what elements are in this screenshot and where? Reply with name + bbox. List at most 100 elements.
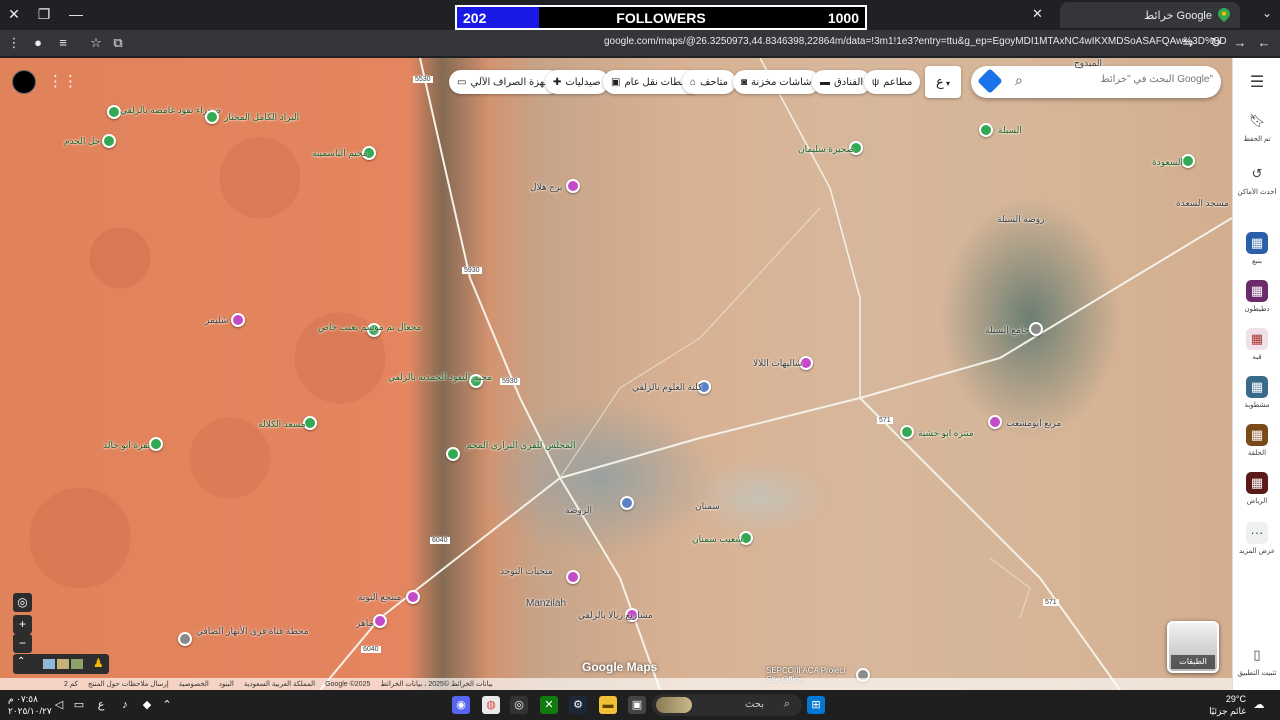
display-icon[interactable]: ▭ [70,696,88,714]
place-label[interactable]: برج هلال [530,182,562,193]
satellite-map[interactable]: ⋮⋮ ▭ أجهزة الصراف الآلي ✚ صيدليات ▣ محطات ن… [0,58,1232,690]
sidebar-install-app[interactable]: ▯ تثبيت التطبيق [1233,644,1280,677]
restore-window-icon[interactable]: ❐ [34,6,54,23]
place-label[interactable]: ماهر [356,618,373,629]
minimize-window-icon[interactable]: — [66,6,86,22]
place-label[interactable]: محطة قناة قرى الأنهار الصافي [196,626,309,637]
place-label[interactable]: مخيم الياسمينة [312,148,368,159]
place-label[interactable]: منحيات التوحد [500,566,553,577]
place-pin[interactable] [1181,154,1195,168]
place-label[interactable]: مشاريع ريالا بالزلفي [578,610,653,621]
place-label[interactable]: السعودة [1152,157,1183,168]
chrome-icon[interactable]: ◍ [482,696,500,714]
sidebar-menu[interactable]: ☰ [1233,72,1280,94]
sidebar-recent-place[interactable]: ▦ قبه [1233,328,1280,361]
category-saved-screens[interactable]: ◙ شاشات مخزنة [733,70,820,94]
account-avatar[interactable] [12,70,36,94]
windows-start-icon[interactable]: ⊞ [807,696,825,714]
back-icon[interactable]: ← [1256,35,1272,50]
category-museums[interactable]: ⌂ متاحف [682,70,737,94]
place-label[interactable]: السبلة [998,125,1022,136]
reload-icon[interactable]: ↻ [1208,35,1224,51]
place-pin[interactable] [107,105,121,119]
place-pin[interactable] [988,415,1002,429]
discord-icon[interactable]: ◉ [452,696,470,714]
place-label[interactable]: شعيب سمنان [692,534,743,545]
sidebar-recent-place[interactable]: ▦ الحلقة [1233,424,1280,457]
directions-icon[interactable] [977,68,1003,94]
place-label[interactable]: كلية العلوم بالزلفي [632,382,702,393]
place-pin[interactable] [979,123,993,137]
active-tab[interactable]: ✕ خرائط Google [1032,2,1240,28]
profile-avatar[interactable]: ● [30,35,46,50]
forward-icon[interactable]: → [1232,35,1248,50]
apps-grid-icon[interactable]: ⋮⋮ [48,72,78,90]
zoom-in-button[interactable]: + [13,615,32,634]
place-label[interactable]: جامع السبلة [985,325,1029,336]
customize-icon[interactable]: ≡ [55,35,71,50]
layers-button[interactable]: الطبقات [1167,621,1219,673]
share-icon[interactable]: ⧉ [110,35,126,51]
place-pin[interactable] [406,590,420,604]
place-pin[interactable] [620,496,634,510]
volume-icon[interactable]: ◁ [50,696,68,714]
category-hotels[interactable]: ▬ الفنادق [812,70,872,94]
place-label[interactable]: صحيرة سليمان [798,144,854,155]
search-input[interactable] [1033,74,1213,85]
place-label[interactable]: شليمر [205,315,228,326]
place-pin[interactable] [373,614,387,628]
weather-widget[interactable]: 29°C غائم جزئيًا [1209,693,1246,717]
tab-search-icon[interactable]: ⌄ [1262,6,1272,20]
place-pin[interactable] [566,179,580,193]
clock[interactable]: ٠٧:٥٨ م ٢٠٢٥/١٠/٢٧ [8,693,52,717]
hamburger-menu-icon[interactable]: ☰ [1246,72,1268,94]
terms-link[interactable]: البنود [219,680,234,688]
sidebar-recent-place[interactable]: ▦ الرياض [1233,472,1280,505]
terrain-thumb[interactable] [57,659,69,669]
place-label[interactable]: مسعد الكلالة [258,419,306,430]
tray-app-icon[interactable]: ◆ [138,696,156,714]
place-pin[interactable] [178,632,192,646]
store-icon[interactable]: ▣ [628,696,646,714]
tray-overflow-icon[interactable]: ⌃ [158,696,176,714]
expand-icon[interactable]: ⌃ [17,656,25,667]
privacy-link[interactable]: الخصوصية [179,680,209,688]
place-label[interactable]: نفرة ابو خالد [103,440,150,451]
close-window-icon[interactable]: ✕ [4,6,24,23]
place-pin[interactable] [102,134,116,148]
bookmark-star-icon[interactable]: ☆ [88,35,104,51]
my-location-icon[interactable]: ◎ [13,593,32,612]
satellite-thumb[interactable] [71,659,83,669]
place-pin[interactable] [446,447,460,461]
category-restaurants[interactable]: ψ مطاعم [864,70,921,94]
sidebar-recent-place[interactable]: ▦ دطيطون [1233,280,1280,313]
place-label[interactable]: البراد الكامل المختار [224,112,299,123]
site-info-icon[interactable]: ⇋ [1180,35,1196,51]
sidebar-recent-place[interactable]: ▦ بنبع [1233,232,1280,265]
pegman-icon[interactable]: ♟ [93,656,104,670]
place-label[interactable]: مخيم النفود الحمدية بالزلفي [388,372,492,383]
close-tab-icon[interactable]: ✕ [1032,6,1043,22]
feedback-link[interactable]: إرسال ملاحظات حول المنتج [88,680,169,688]
place-label[interactable]: منتزه ابو خشبة [918,428,974,439]
map-search-box[interactable]: ⌕ [971,66,1221,98]
place-label[interactable]: مسجد السعدة [1176,198,1229,209]
place-label[interactable]: مربع ابومشعب [1006,418,1061,429]
place-label[interactable]: حل الحدم [64,136,100,147]
sidebar-item-saved[interactable]: 🔖︎ تم الحفظ [1233,110,1280,143]
mic-icon[interactable]: ♪ [116,696,134,714]
sidebar-more[interactable]: ··· عرض المزيد [1233,522,1280,555]
category-pharmacy[interactable]: ✚ صيدليات [545,70,609,94]
zoom-out-button[interactable]: − [13,634,32,653]
place-pin[interactable] [900,425,914,439]
obs-icon[interactable]: ◎ [510,696,528,714]
place-pin[interactable] [231,313,245,327]
file-explorer-icon[interactable]: ▬ [599,696,617,714]
steam-icon[interactable]: ⚙ [569,696,587,714]
place-label[interactable]: المبدوح [1074,58,1102,69]
place-pin[interactable] [1029,322,1043,336]
keyboard-lang-icon[interactable]: ع [92,696,110,714]
search-icon[interactable]: ⌕ [1015,72,1023,89]
place-label[interactable]: منتجع التونة [358,592,401,603]
place-label[interactable]: المجلس للقرى البراري المخم [466,440,576,451]
